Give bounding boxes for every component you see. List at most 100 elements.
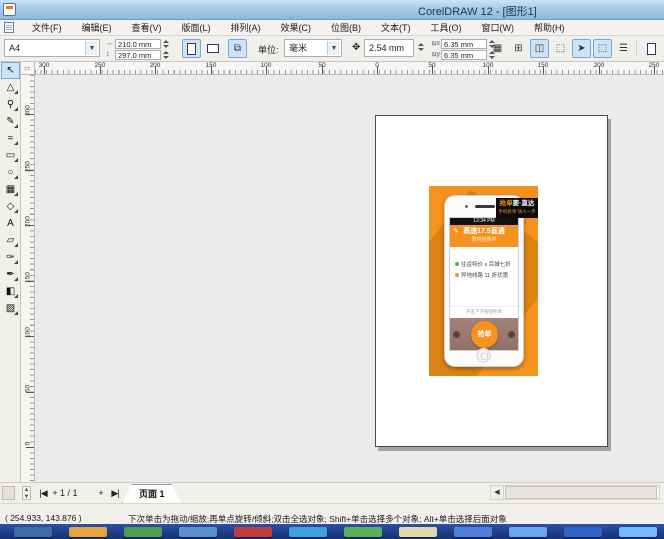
page-a4[interactable]: 12:34 PM ✎ 高速17.5直通 限时抢购中 往返特价 x 百城七折异地线…	[375, 115, 608, 447]
scroll-left-arrow[interactable]: ◀	[491, 486, 504, 499]
last-page-button[interactable]: ▶|	[108, 487, 122, 500]
smart-drawing-tool[interactable]: ≈	[1, 130, 20, 147]
menu-item-9[interactable]: 窗口(W)	[472, 19, 525, 36]
eyedropper-tool[interactable]: ✑	[1, 249, 20, 266]
vruler-major-tick	[26, 336, 34, 337]
app-icon[interactable]	[3, 3, 16, 16]
fill-tool[interactable]: ◧	[1, 283, 20, 300]
taskbar-button-7[interactable]	[399, 527, 437, 537]
taskbar-button-10[interactable]	[564, 527, 602, 537]
vruler-label: 0	[25, 437, 32, 451]
duplicate-y-field[interactable]: 6.35 mm	[441, 50, 487, 60]
add-page-after-button[interactable]: +	[96, 487, 106, 500]
object-properties-button[interactable]: ☰	[614, 39, 633, 58]
outline-tool[interactable]: ✒	[1, 266, 20, 283]
phone-screen: 12:34 PM ✎ 高速17.5直通 限时抢购中 往返特价 x 百城七折异地线…	[449, 217, 519, 351]
drawing-canvas[interactable]: 12:34 PM ✎ 高速17.5直通 限时抢购中 往返特价 x 百城七折异地线…	[35, 75, 664, 482]
options-page-button[interactable]	[642, 39, 661, 58]
taskbar-button-2[interactable]	[124, 527, 162, 537]
units-select[interactable]: 毫米 ▼	[284, 39, 342, 57]
menu-item-8[interactable]: 工具(O)	[421, 19, 472, 36]
hruler-major-tick	[211, 66, 212, 74]
scrollbar-thumb[interactable]	[505, 486, 657, 499]
selection-mode-button[interactable]: ➤	[572, 39, 591, 58]
treat-as-filled-button[interactable]: ⬚	[551, 39, 570, 58]
snap-to-guidelines-button[interactable]: ⊞	[509, 39, 528, 58]
landscape-button[interactable]	[203, 39, 222, 58]
chevron-down-icon[interactable]: ▼	[85, 41, 98, 55]
taskbar-button-6[interactable]	[344, 527, 382, 537]
snap-to-objects-button[interactable]: ◫	[530, 39, 549, 58]
interactive-blend-tool[interactable]: ▱	[1, 232, 20, 249]
hruler-major-tick	[266, 66, 267, 74]
menu-item-0[interactable]: 文件(F)	[22, 19, 72, 36]
freehand-tool[interactable]: ✎	[1, 113, 20, 130]
taskbar-button-3[interactable]	[179, 527, 217, 537]
taskbar-button-9[interactable]	[509, 527, 547, 537]
horizontal-ruler[interactable]: 30025020015010050050100150200250	[35, 62, 664, 75]
graph-paper-tool[interactable]: ▦	[1, 181, 20, 198]
taskbar-button-4[interactable]	[234, 527, 272, 537]
taskbar-button-1[interactable]	[69, 527, 107, 537]
hruler-major-tick	[488, 66, 489, 74]
paper-width-icon: ↔	[106, 40, 115, 47]
page-tab-scroller[interactable]: ▲▼	[22, 486, 31, 500]
snap-to-grid-button[interactable]: ▦	[488, 39, 507, 58]
add-page-before-button[interactable]: +	[50, 487, 60, 500]
menu-item-6[interactable]: 位图(B)	[321, 19, 371, 36]
paper-width-stepper[interactable]	[161, 39, 170, 49]
portrait-icon	[187, 43, 196, 55]
paper-type-select[interactable]: A4 ▼	[4, 39, 100, 57]
menu-item-10[interactable]: 帮助(H)	[524, 19, 575, 36]
menu-item-2[interactable]: 查看(V)	[122, 19, 172, 36]
menu-item-4[interactable]: 排列(A)	[221, 19, 271, 36]
hruler-major-tick	[44, 66, 45, 74]
shape-tool[interactable]: △	[1, 79, 20, 96]
window-title: CorelDRAW 12 - [图形1]	[418, 3, 537, 19]
taskbar-button-0[interactable]	[14, 527, 52, 537]
interactive-fill-tool[interactable]: ▨	[1, 300, 20, 317]
toolbox: ↖△⚲✎≈▭○▦◇A▱✑✒◧▨	[0, 62, 21, 482]
menu-item-3[interactable]: 版面(L)	[172, 19, 221, 36]
menu-item-7[interactable]: 文本(T)	[371, 19, 421, 36]
paper-height-stepper[interactable]	[161, 50, 170, 60]
menu-item-1[interactable]: 编辑(E)	[72, 19, 122, 36]
paper-height-field[interactable]: 297.0 mm	[115, 50, 161, 60]
windows-taskbar[interactable]	[0, 524, 664, 539]
tab-page-1[interactable]: 页面 1	[122, 484, 182, 503]
vruler-major-tick	[26, 170, 34, 171]
document-icon[interactable]	[4, 22, 14, 33]
ellipse-tool[interactable]: ○	[1, 164, 20, 181]
nudge-stepper[interactable]	[416, 42, 425, 52]
taskbar-button-11[interactable]	[619, 527, 657, 537]
nudge-offset-field[interactable]: 2.54 mm	[364, 39, 414, 57]
flyout-indicator	[14, 192, 18, 196]
basic-shapes-tool[interactable]: ◇	[1, 198, 20, 215]
text-tool[interactable]: A	[1, 215, 20, 232]
cursor-coordinates: ( 254.933, 143.876 )	[5, 513, 82, 523]
horizontal-scrollbar[interactable]: ◀	[490, 485, 660, 500]
hruler-major-tick	[155, 66, 156, 74]
chevron-down-icon[interactable]: ▼	[327, 41, 340, 55]
taskbar-button-8[interactable]	[454, 527, 492, 537]
paper-width-field[interactable]: 210.0 mm	[115, 39, 161, 49]
taskbar-button-5[interactable]	[289, 527, 327, 537]
menu-item-5[interactable]: 效果(C)	[271, 19, 322, 36]
right-mini-icon	[508, 331, 515, 338]
duplicate-x-field[interactable]: 6.35 mm	[441, 39, 487, 49]
vruler-major-tick	[26, 225, 34, 226]
rectangle-tool[interactable]: ▭	[1, 147, 20, 164]
first-page-button[interactable]: |◀	[36, 487, 50, 500]
artwork-image[interactable]: 12:34 PM ✎ 高速17.5直通 限时抢购中 往返特价 x 百城七折异地线…	[429, 186, 538, 376]
marquee-select-button[interactable]: ⬚	[593, 39, 612, 58]
zoom-tool[interactable]: ⚲	[1, 96, 20, 113]
vertical-ruler[interactable]: 300250200150100500	[21, 75, 35, 482]
pick-tool[interactable]: ↖	[1, 62, 20, 79]
grab-order-button[interactable]: 抢单	[471, 321, 498, 348]
offer-item-1: 异地线路 11 折优惠	[455, 271, 513, 279]
portrait-button[interactable]	[182, 39, 201, 58]
hruler-major-tick	[322, 66, 323, 74]
offer-footer-note: 点击下方按钮抢单	[450, 306, 518, 315]
ruler-origin-button[interactable]	[21, 62, 35, 75]
set-default-page-button[interactable]: ⧉	[228, 39, 247, 58]
